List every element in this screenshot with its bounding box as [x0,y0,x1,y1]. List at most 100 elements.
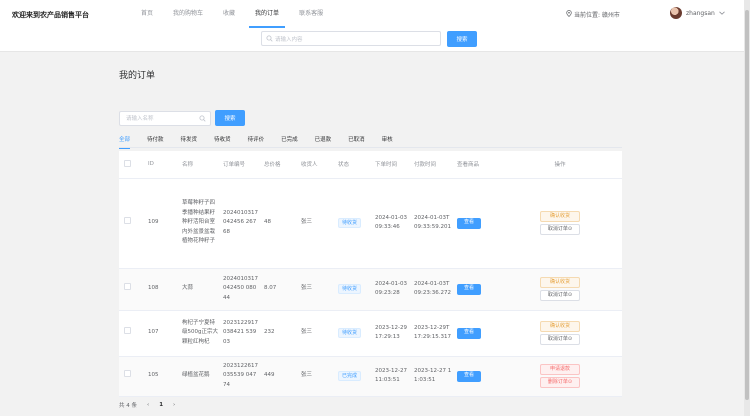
order-filter: 请输入名称 搜索 [119,110,245,126]
order-receiver: 张三 [296,356,333,397]
page-scrollbar[interactable] [744,0,750,416]
header-receiver: 收货人 [296,151,333,179]
top-search-button[interactable]: 搜索 [447,31,477,47]
confirm-receipt-button[interactable]: 确认收货 [540,211,580,222]
site-title: 欢迎来到农产品销售平台 [12,11,89,19]
top-navbar: 欢迎来到农产品销售平台 首页 我的购物车 收藏 我的订单 联系客服 当前位置: … [0,0,744,52]
tab-all[interactable]: 全部 [119,134,131,149]
header-total: 总价格 [259,151,296,179]
row-checkbox[interactable] [124,370,131,378]
pagination: 共 4 条 ‹ 1 › [119,401,175,409]
tab-pending-receipt[interactable]: 待收货 [214,134,231,147]
order-name-input[interactable]: 请输入名称 [119,110,211,126]
order-id: 108 [143,268,177,311]
pay-time: 2023-12-27 11:03:51 [409,356,452,397]
nav-my-orders[interactable]: 我的订单 [245,0,289,28]
table-row: 105 绿植盆花鹅 2023122617035539 04774 449 张三 … [119,356,622,397]
status-badge: 已完成 [338,370,362,381]
header-view-goods: 查看商品 [452,151,498,179]
total-count: 共 4 条 [119,403,137,409]
nav-cart[interactable]: 我的购物车 [163,0,213,28]
current-page[interactable]: 1 [159,402,163,408]
top-search-input[interactable]: 请输入内容 [261,31,441,46]
tab-pending-payment[interactable]: 待付款 [147,134,164,147]
status-badge: 待收货 [338,283,362,294]
order-id: 107 [143,310,177,357]
next-page-button[interactable]: › [173,402,175,408]
tab-pending-shipment[interactable]: 待发货 [181,134,198,147]
header-pay-time: 付款时间 [409,151,452,179]
top-search-placeholder: 请输入内容 [275,36,303,43]
cancel-order-button[interactable]: 取消订单⊙ [540,334,580,345]
view-goods-button[interactable]: 查看 [457,370,481,382]
nav-home[interactable]: 首页 [131,0,163,28]
pay-time: 2024-01-03T09:23:36.272 [409,268,452,311]
order-time: 2023-12-29 17:29:13 [370,310,409,357]
order-number: 2024010317042450 08044 [218,268,259,311]
tab-completed[interactable]: 已完成 [281,134,298,147]
select-all-header[interactable] [119,151,143,179]
tab-pending-review[interactable]: 待评价 [248,134,265,147]
table-row: 107 枸杞子宁夏特级500g正宗大颗粒红枸杞 2023122917038421… [119,310,622,357]
orders-table: ID 名称 订单编号 总价格 收货人 状态 下单时间 付款时间 查看商品 操作 … [119,151,622,397]
row-checkbox[interactable] [124,283,131,291]
table-row: 109 草莓种籽子四季播种结果籽种籽活阳台室内外盆景盆栽植物花种籽子 20240… [119,178,622,269]
nav-favorites[interactable]: 收藏 [213,0,245,28]
nav-customer-service[interactable]: 联系客服 [289,0,333,28]
tab-refunded[interactable]: 已退款 [315,134,332,147]
table-header-row: ID 名称 订单编号 总价格 收货人 状态 下单时间 付款时间 查看商品 操作 [119,151,622,179]
view-goods-button[interactable]: 查看 [457,217,481,229]
scrollbar-thumb[interactable] [745,10,749,400]
order-receiver: 张三 [296,268,333,311]
delete-order-button[interactable]: 删除订单⊙ [540,377,580,388]
user-menu[interactable]: zhangsan [670,7,725,19]
main-nav: 首页 我的购物车 收藏 我的订单 联系客服 [131,0,333,28]
status-badge: 待收货 [338,327,362,338]
confirm-receipt-button[interactable]: 确认收货 [540,277,580,288]
order-status-tabs: 全部 待付款 待发货 待收货 待评价 已完成 已退款 已取消 审核 [119,134,622,149]
order-total: 449 [259,356,296,397]
order-id: 105 [143,356,177,397]
header-order-time: 下单时间 [370,151,409,179]
pay-time: 2024-01-03T09:33:59.201 [409,178,452,269]
location-text: 当前位置: 赣州市 [574,12,620,19]
order-time: 2024-01-03 09:33:46 [370,178,409,269]
row-checkbox[interactable] [124,327,131,335]
cancel-order-button[interactable]: 取消订单⊙ [540,224,580,235]
header-status: 状态 [333,151,370,179]
order-number: 2023122917038421 53903 [218,310,259,357]
order-id: 109 [143,178,177,269]
order-receiver: 张三 [296,178,333,269]
chevron-down-icon [719,10,725,17]
username: zhangsan [686,9,715,17]
location[interactable]: 当前位置: 赣州市 [566,10,620,19]
row-checkbox[interactable] [124,217,131,225]
order-total: 48 [259,178,296,269]
order-goods-name: 大蒜 [177,268,218,311]
tab-cancelled[interactable]: 已取消 [348,134,365,147]
order-name-placeholder: 请输入名称 [126,116,154,122]
order-number: 2024010317042456 26768 [218,178,259,269]
pay-time: 2023-12-29T17:29:15.317 [409,310,452,357]
header-name: 名称 [177,151,218,179]
view-goods-button[interactable]: 查看 [457,283,481,295]
order-search-button[interactable]: 搜索 [215,110,245,126]
prev-page-button[interactable]: ‹ [147,402,149,408]
location-pin-icon [566,10,572,19]
view-goods-button[interactable]: 查看 [457,327,481,339]
confirm-receipt-button[interactable]: 确认收货 [540,321,580,332]
cancel-order-button[interactable]: 取消订单⊙ [540,290,580,301]
header-id: ID [143,151,177,179]
tab-review[interactable]: 审核 [382,134,393,147]
search-icon [266,35,273,44]
header-order-no: 订单编号 [218,151,259,179]
order-number: 2023122617035539 04774 [218,356,259,397]
status-badge: 待收货 [338,217,362,228]
request-refund-button[interactable]: 申请退款 [540,364,580,375]
order-goods-name: 枸杞子宁夏特级500g正宗大颗粒红枸杞 [177,310,218,357]
select-all-checkbox[interactable] [124,159,131,167]
top-search: 请输入内容 搜索 [261,31,477,47]
page-title: 我的订单 [119,71,156,81]
avatar [670,7,682,19]
search-icon [199,115,206,124]
